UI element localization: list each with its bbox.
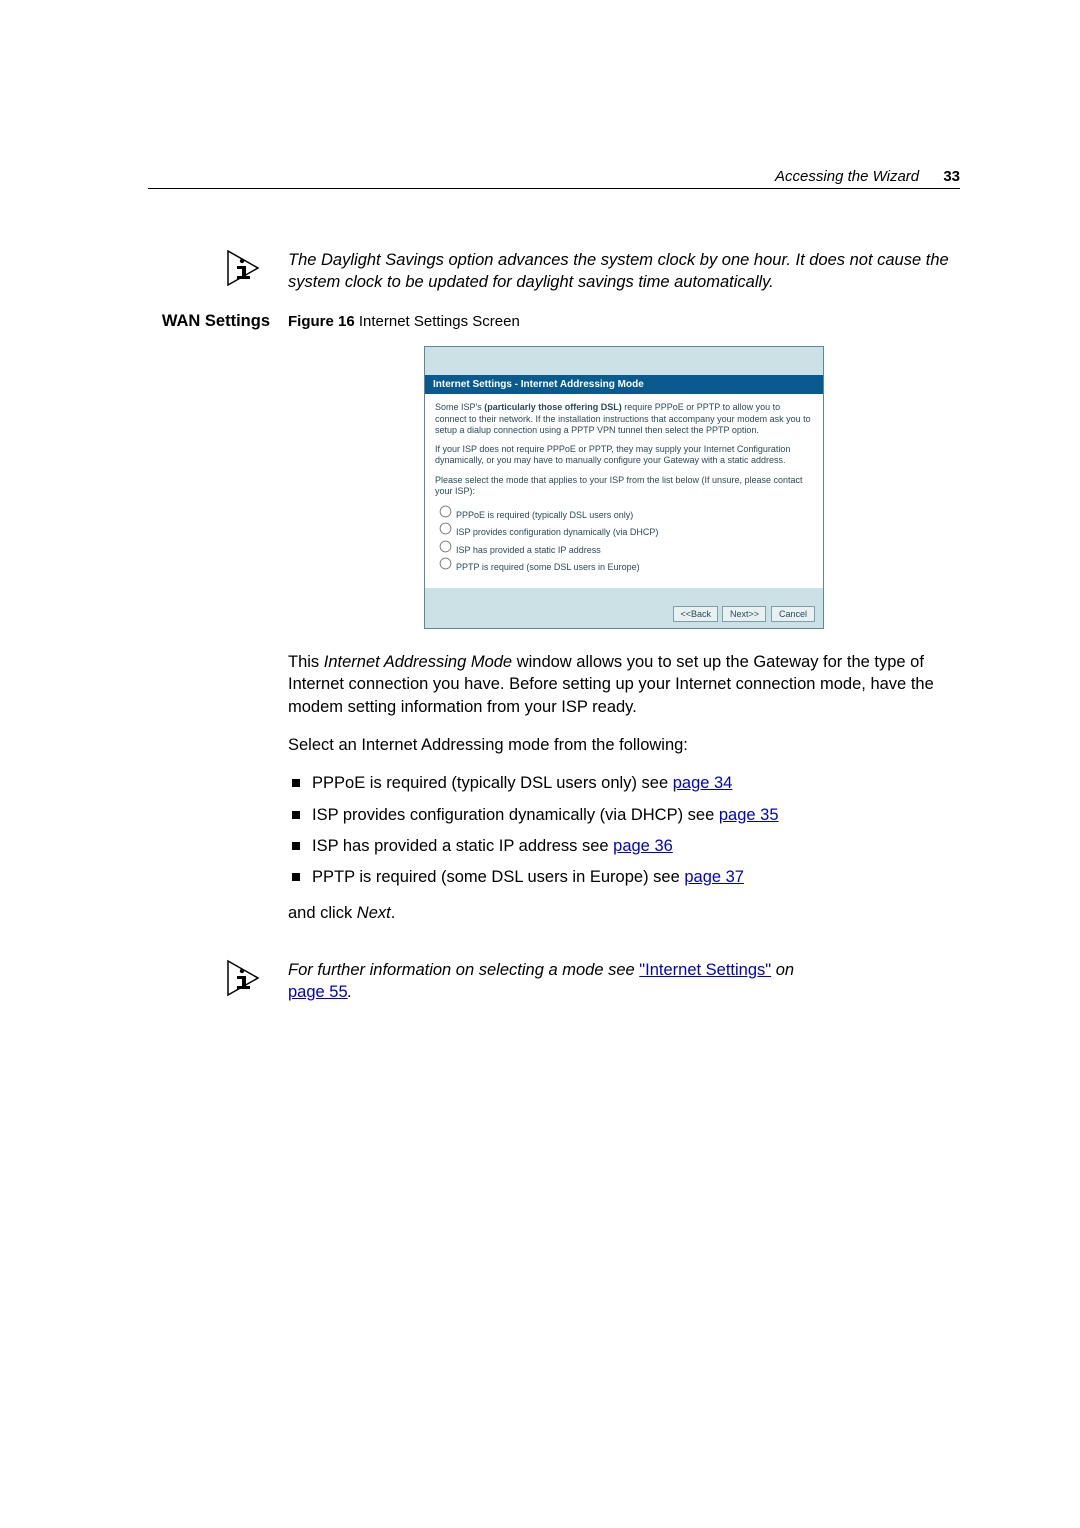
screenshot-p3: Please select the mode that applies to y… [435,475,813,498]
screenshot-topbar [425,347,823,375]
back-button[interactable]: <<Back [673,606,718,622]
list-item: PPPoE is required (typically DSL users o… [288,772,960,794]
list-item: PPTP is required (some DSL users in Euro… [288,866,960,888]
internet-settings-screenshot: Internet Settings - Internet Addressing … [424,346,824,629]
further-info-note: For further information on selecting a m… [288,959,960,1004]
intro-paragraph: This Internet Addressing Mode window all… [288,651,960,718]
next-button[interactable]: Next>> [722,606,766,622]
daylight-note: The Daylight Savings option advances the… [288,249,960,294]
wan-settings-heading: WAN Settings [162,312,270,331]
link-internet-settings[interactable]: "Internet Settings" [639,961,771,979]
link-page-37[interactable]: page 37 [684,868,744,886]
header-rule [148,188,960,189]
info-icon [226,249,270,287]
figure-caption: Figure 16 Internet Settings Screen [288,312,960,332]
page-header: Accessing the Wizard 33 [148,168,960,189]
figure-title: Internet Settings Screen [355,313,520,330]
link-page-34[interactable]: page 34 [673,774,733,792]
screenshot-body: Some ISP's (particularly those offering … [425,394,823,588]
radio-dhcp[interactable]: ISP provides configuration dynamically (… [439,522,813,538]
list-item: ISP provides configuration dynamically (… [288,804,960,826]
screenshot-p1: Some ISP's (particularly those offering … [435,402,813,436]
list-item: ISP has provided a static IP address see… [288,835,960,857]
screenshot-title: Internet Settings - Internet Addressing … [425,375,823,395]
link-page-35[interactable]: page 35 [719,806,779,824]
radio-static[interactable]: ISP has provided a static IP address [439,540,813,556]
click-next-paragraph: and click Next. [288,902,960,924]
link-page-36[interactable]: page 36 [613,837,673,855]
header-page-number: 33 [943,168,960,185]
header-section: Accessing the Wizard [775,168,919,185]
radio-pppoe[interactable]: PPPoE is required (typically DSL users o… [439,505,813,521]
screenshot-button-row: <<Back Next>> Cancel [425,588,823,628]
select-mode-paragraph: Select an Internet Addressing mode from … [288,734,960,756]
link-page-55[interactable]: page 55 [288,983,348,1001]
info-icon [226,959,270,997]
mode-bullet-list: PPPoE is required (typically DSL users o… [288,772,960,888]
radio-pptp[interactable]: PPTP is required (some DSL users in Euro… [439,557,813,573]
screenshot-p2: If your ISP does not require PPPoE or PP… [435,444,813,467]
cancel-button[interactable]: Cancel [771,606,815,622]
figure-number: Figure 16 [288,313,355,330]
